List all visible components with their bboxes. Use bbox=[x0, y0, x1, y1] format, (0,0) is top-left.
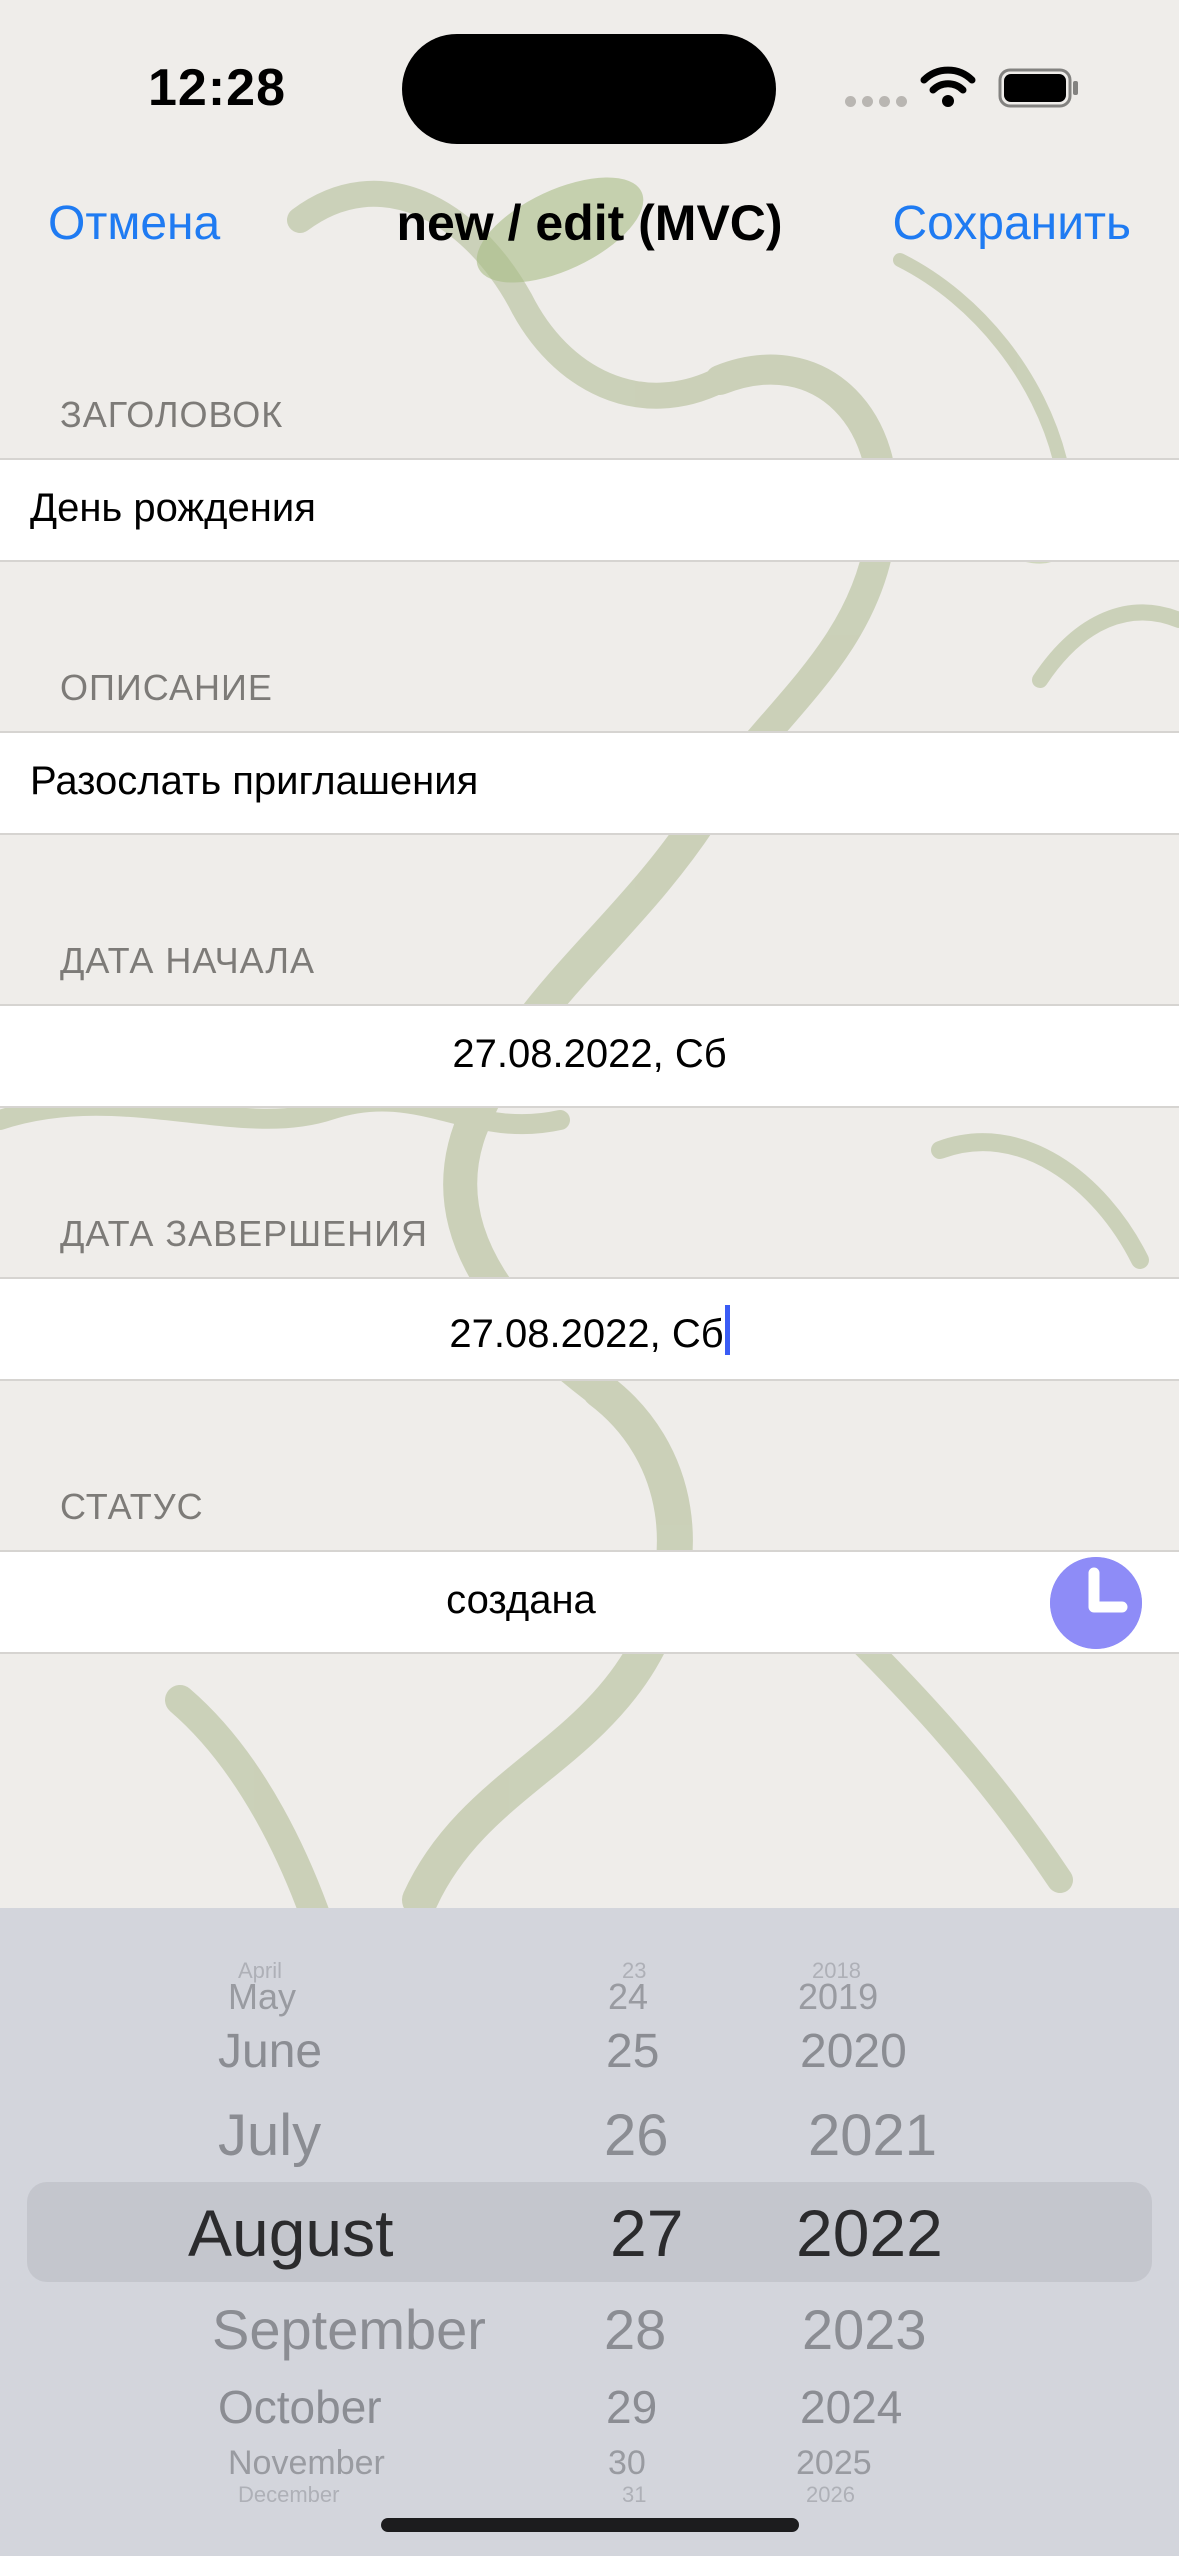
title-field-value: День рождения bbox=[30, 486, 316, 530]
end-date-value-wrap: 27.08.2022, Сб bbox=[0, 1305, 1179, 1357]
dynamic-island bbox=[402, 34, 776, 144]
picker-day[interactable]: 24 bbox=[608, 1976, 648, 2018]
picker-month[interactable]: May bbox=[228, 1976, 296, 2018]
end-date-value: 27.08.2022, Сб bbox=[449, 1312, 724, 1356]
picker-month[interactable]: October bbox=[218, 2380, 382, 2434]
picker-year-selected[interactable]: 2022 bbox=[796, 2195, 943, 2271]
cellular-signal-icon bbox=[845, 94, 913, 112]
clock-icon[interactable] bbox=[1050, 1557, 1142, 1649]
picker-day[interactable]: 30 bbox=[608, 2444, 646, 2483]
start-date-value: 27.08.2022, Сб bbox=[452, 1032, 727, 1076]
picker-year[interactable]: 2021 bbox=[808, 2102, 937, 2169]
navigation-bar: Отмена new / edit (MVC) Сохранить bbox=[0, 190, 1179, 270]
status-bar: 12:28 bbox=[0, 0, 1179, 170]
picker-year[interactable]: 2020 bbox=[800, 2024, 907, 2079]
picker-month[interactable]: September bbox=[212, 2297, 486, 2362]
status-time: 12:28 bbox=[148, 59, 286, 117]
text-cursor bbox=[724, 1305, 730, 1355]
description-field-value: Разослать приглашения bbox=[30, 759, 479, 803]
start-date-section-label: ДАТА НАЧАЛА bbox=[60, 940, 316, 981]
picker-year[interactable]: 2026 bbox=[806, 2482, 855, 2508]
save-button[interactable]: Сохранить bbox=[892, 196, 1131, 251]
start-date-field[interactable]: 27.08.2022, Сб bbox=[0, 1004, 1179, 1108]
picker-day[interactable]: 29 bbox=[606, 2380, 657, 2434]
description-section-label: ОПИСАНИЕ bbox=[60, 667, 273, 708]
picker-day-selected[interactable]: 27 bbox=[610, 2195, 683, 2271]
picker-day[interactable]: 25 bbox=[606, 2024, 659, 2079]
picker-month-selected[interactable]: August bbox=[188, 2195, 393, 2271]
picker-month[interactable]: December bbox=[238, 2482, 339, 2508]
picker-year[interactable]: 2023 bbox=[802, 2297, 927, 2362]
status-section-label: СТАТУС bbox=[60, 1486, 204, 1527]
title-section-label: ЗАГОЛОВОК bbox=[60, 394, 284, 435]
title-field[interactable]: День рождения bbox=[0, 458, 1179, 562]
picker-year[interactable]: 2025 bbox=[796, 2444, 872, 2483]
picker-year[interactable]: 2019 bbox=[798, 1976, 878, 2018]
picker-day[interactable]: 26 bbox=[604, 2102, 669, 2169]
picker-year[interactable]: 2024 bbox=[800, 2380, 902, 2434]
end-date-section-label: ДАТА ЗАВЕРШЕНИЯ bbox=[60, 1213, 429, 1254]
wifi-icon bbox=[920, 66, 976, 107]
picker-day[interactable]: 31 bbox=[622, 2482, 646, 2508]
end-date-field[interactable]: 27.08.2022, Сб bbox=[0, 1277, 1179, 1381]
home-indicator bbox=[381, 2518, 799, 2532]
description-field[interactable]: Разослать приглашения bbox=[0, 731, 1179, 835]
picker-month[interactable]: July bbox=[218, 2102, 321, 2169]
picker-month[interactable]: June bbox=[218, 2024, 322, 2079]
status-field[interactable]: создана bbox=[0, 1550, 1179, 1654]
status-value: создана bbox=[446, 1578, 596, 1622]
picker-month[interactable]: November bbox=[228, 2444, 385, 2483]
battery-icon bbox=[998, 68, 1078, 108]
picker-day[interactable]: 28 bbox=[604, 2297, 666, 2362]
